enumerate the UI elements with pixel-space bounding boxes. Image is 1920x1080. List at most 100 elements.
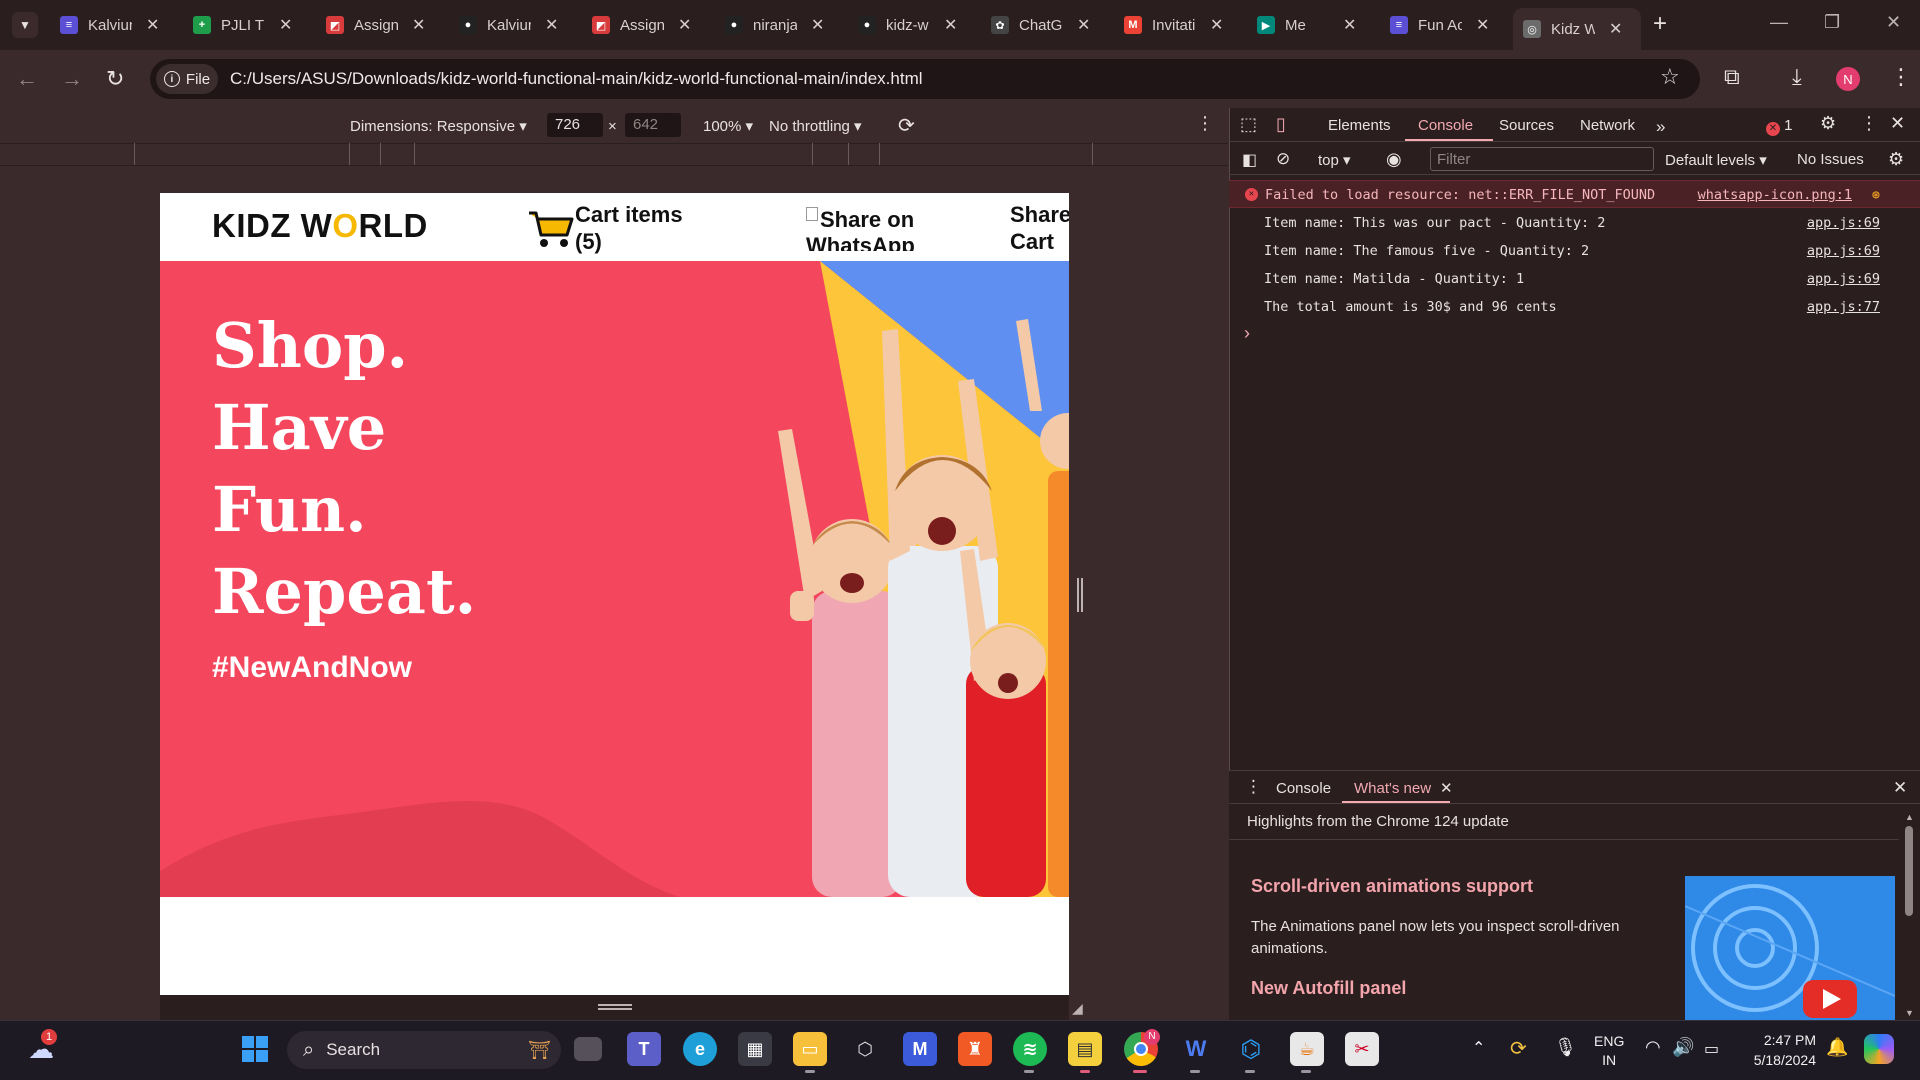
browser-tab[interactable]: ◩ Assign ✕: [582, 8, 710, 42]
whats-new-video-thumbnail[interactable]: [1685, 876, 1895, 1020]
forward-icon[interactable]: →: [61, 66, 83, 92]
console-log-row[interactable]: The total amount is 30$ and 96 cents app…: [1229, 293, 1920, 321]
copilot-icon[interactable]: [1864, 1034, 1894, 1064]
network-request-icon[interactable]: ⊛: [1872, 187, 1880, 203]
media-query-tick[interactable]: [414, 143, 415, 165]
console-source-link[interactable]: app.js:69: [1807, 271, 1880, 287]
browser-tab[interactable]: ● niranja ✕: [715, 8, 843, 42]
close-window-button[interactable]: ✕: [1886, 12, 1901, 33]
unity-icon[interactable]: ⬡: [848, 1032, 882, 1066]
tab-elements[interactable]: Elements: [1328, 117, 1391, 134]
context-selector[interactable]: top ▾: [1318, 151, 1351, 169]
console-log-row[interactable]: Item name: Matilda - Quantity: 1 app.js:…: [1229, 265, 1920, 293]
sticky-notes-icon[interactable]: ▤: [1068, 1032, 1102, 1066]
share-cart-button[interactable]: Share Cart: [1010, 201, 1069, 255]
more-tabs-icon[interactable]: »: [1656, 117, 1665, 137]
tab-close-icon[interactable]: ✕: [678, 15, 691, 35]
bookmark-star-icon[interactable]: ☆: [1660, 64, 1680, 90]
browser-menu-icon[interactable]: ⋮: [1890, 64, 1912, 90]
site-info-chip[interactable]: i File: [156, 64, 218, 94]
browser-tab[interactable]: ● Kalviur ✕: [449, 8, 577, 42]
console-log-row[interactable]: Item name: The famous five - Quantity: 2…: [1229, 237, 1920, 265]
throttling-dropdown[interactable]: No throttling ▾: [769, 117, 862, 135]
show-hidden-icons[interactable]: ⌃: [1472, 1038, 1485, 1058]
volume-icon[interactable]: 🔊: [1672, 1037, 1694, 1058]
media-query-tick[interactable]: [380, 143, 381, 165]
visual-studio-icon[interactable]: M: [903, 1032, 937, 1066]
browser-tab[interactable]: ▶ Me ✕: [1247, 8, 1375, 42]
tab-close-icon[interactable]: ✕: [279, 15, 292, 35]
java-icon[interactable]: ☕: [1290, 1032, 1324, 1066]
tab-close-icon[interactable]: ✕: [146, 15, 159, 35]
browser-tab[interactable]: ◩ Assign ✕: [316, 8, 444, 42]
brave-icon[interactable]: ♜: [958, 1032, 992, 1066]
media-query-tick[interactable]: [848, 143, 849, 165]
battery-icon[interactable]: ▭: [1704, 1039, 1719, 1059]
media-query-tick[interactable]: [812, 143, 813, 165]
console-source-link[interactable]: whatsapp-icon.png:1: [1698, 187, 1852, 203]
browser-tab[interactable]: ✿ ChatGl ✕: [981, 8, 1109, 42]
drawer-menu-icon[interactable]: ⋮: [1245, 777, 1262, 797]
media-query-tick[interactable]: [1092, 143, 1093, 165]
close-drawer-icon[interactable]: ✕: [1893, 778, 1907, 798]
browser-tab[interactable]: + PJLI TN ✕: [183, 8, 311, 42]
viewport-resize-handle-bottom[interactable]: [598, 1004, 632, 1010]
live-expression-eye-icon[interactable]: ◉: [1386, 149, 1402, 170]
file-explorer-icon[interactable]: ▭: [793, 1032, 827, 1066]
spotify-icon[interactable]: ≋: [1013, 1032, 1047, 1066]
notification-bell-icon[interactable]: 🔔: [1826, 1037, 1848, 1058]
device-toolbar-menu-icon[interactable]: ⋮: [1196, 113, 1214, 134]
drawer-tab-console[interactable]: Console: [1276, 780, 1331, 797]
site-logo[interactable]: KIDZ WORLD: [212, 207, 428, 245]
reload-icon[interactable]: ↻: [106, 66, 124, 92]
height-input[interactable]: 642: [625, 113, 681, 137]
browser-tab[interactable]: ≡ Fun Ac ✕: [1380, 8, 1508, 42]
whatsapp-share-broken-image[interactable]: Share on WhatsApp: [806, 207, 936, 251]
browser-tab[interactable]: ● kidz-w ✕: [848, 8, 976, 42]
extensions-icon[interactable]: ⧉: [1724, 64, 1740, 90]
dimensions-dropdown[interactable]: Dimensions: Responsive ▾: [350, 117, 527, 135]
issues-counter[interactable]: No Issues: [1797, 151, 1864, 168]
profile-avatar[interactable]: N: [1836, 67, 1860, 91]
console-settings-icon[interactable]: ⚙: [1888, 149, 1904, 170]
devtools-menu-icon[interactable]: ⋮: [1860, 113, 1878, 134]
wifi-icon[interactable]: ◠: [1645, 1037, 1661, 1058]
snipping-tool-icon[interactable]: ✂: [1345, 1032, 1379, 1066]
drawer-tab-whats-new[interactable]: What's new: [1354, 780, 1431, 797]
browser-tab[interactable]: ≡ Kalviur ✕: [50, 8, 178, 42]
whats-new-item-title[interactable]: New Autofill panel: [1251, 978, 1406, 999]
settings-gear-icon[interactable]: ⚙: [1820, 113, 1836, 134]
new-tab-button[interactable]: +: [1653, 10, 1667, 38]
device-toggle-icon[interactable]: ▯: [1276, 114, 1286, 135]
cart-count-label[interactable]: Cart items (5): [575, 201, 683, 255]
webstorm-icon[interactable]: W: [1179, 1032, 1213, 1066]
error-counter[interactable]: ✕ 1: [1766, 117, 1793, 136]
tab-console[interactable]: Console: [1418, 117, 1473, 134]
inspect-element-icon[interactable]: ⬚: [1240, 114, 1257, 135]
teams-icon[interactable]: T: [627, 1032, 661, 1066]
restore-button[interactable]: ❐: [1824, 12, 1840, 33]
cart-icon[interactable]: [527, 207, 577, 251]
tab-close-icon[interactable]: ✕: [944, 15, 957, 35]
downloads-icon[interactable]: ⤓: [1792, 64, 1802, 90]
close-devtools-icon[interactable]: ✕: [1890, 113, 1905, 134]
zoom-dropdown[interactable]: 100% ▾: [703, 117, 753, 135]
rotate-icon[interactable]: ⟳: [898, 113, 915, 138]
tab-sources[interactable]: Sources: [1499, 117, 1554, 134]
start-icon[interactable]: [238, 1032, 272, 1066]
whats-new-item-title[interactable]: Scroll-driven animations support: [1251, 876, 1533, 897]
store-icon[interactable]: ▦: [738, 1032, 772, 1066]
console-prompt[interactable]: ›: [1244, 323, 1250, 344]
browser-tab[interactable]: ◎ Kidz W ✕: [1513, 8, 1641, 50]
tab-close-icon[interactable]: ✕: [1210, 15, 1223, 35]
tab-close-icon[interactable]: ✕: [1343, 15, 1356, 35]
viewport-resize-corner-icon[interactable]: ◢: [1072, 1000, 1083, 1017]
tab-network[interactable]: Network: [1580, 117, 1635, 134]
tab-close-icon[interactable]: ✕: [545, 15, 558, 35]
tab-close-icon[interactable]: ✕: [1077, 15, 1090, 35]
clear-console-icon[interactable]: ⊘: [1276, 149, 1290, 169]
console-sidebar-icon[interactable]: ◧: [1242, 150, 1257, 170]
tab-close-icon[interactable]: ✕: [811, 15, 824, 35]
tab-close-icon[interactable]: ✕: [412, 15, 425, 35]
console-filter-input[interactable]: Filter: [1430, 147, 1654, 171]
